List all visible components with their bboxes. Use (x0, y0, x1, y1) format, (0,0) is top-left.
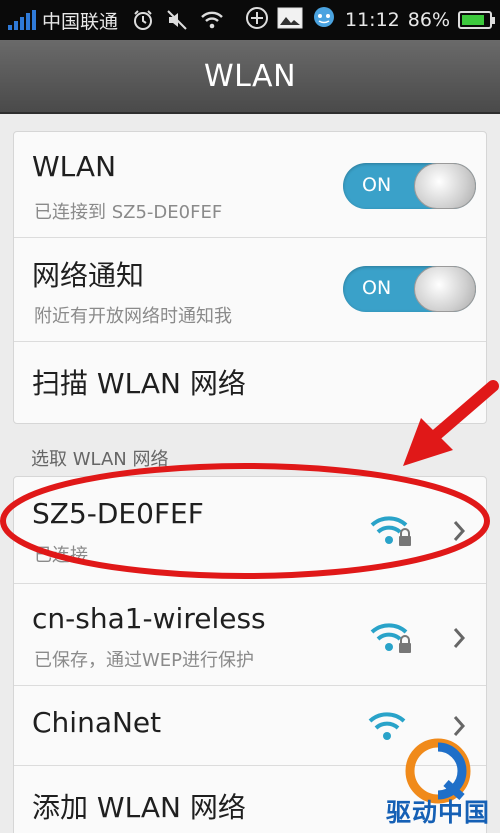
page-title: WLAN (203, 58, 297, 94)
toggle-knob (414, 163, 476, 209)
network-notify-row[interactable]: 网络通知 附近有开放网络时通知我 ON (14, 238, 486, 342)
wlan-toggle-label: ON (362, 174, 392, 196)
wlan-subtitle: 已连接到 SZ5-DE0FEF (34, 202, 223, 223)
time: 11:12 (345, 9, 400, 31)
battery-icon (458, 11, 495, 29)
network-name: ChinaNet (32, 706, 162, 739)
alarm-icon (132, 9, 154, 31)
network-status: 已保存，通过WEP进行保护 (34, 650, 255, 671)
network-notify-toggle[interactable]: ON (343, 266, 476, 312)
watermark-logo: 驱动中国 (386, 733, 500, 833)
add-network-title: 添加 WLAN 网络 (32, 791, 246, 824)
wlan-title: WLAN (32, 150, 117, 183)
mute-icon (166, 9, 188, 31)
wifi-icon (200, 10, 224, 30)
network-name: cn-sha1-wireless (32, 602, 266, 635)
network-row[interactable]: SZ5-DE0FEF 已连接 (14, 477, 486, 584)
network-row[interactable]: cn-sha1-wireless 已保存，通过WEP进行保护 (14, 584, 486, 686)
watermark-text: 驱动中国 (386, 798, 491, 827)
network-notify-subtitle: 附近有开放网络时通知我 (34, 306, 232, 327)
toggle-knob (414, 266, 476, 312)
chevron-right-icon (453, 521, 466, 541)
wifi-lock-icon (370, 623, 411, 653)
settings-card: WLAN 已连接到 SZ5-DE0FEF ON 网络通知 附近有开放网络时通知我… (13, 131, 487, 424)
chat-icon (311, 6, 337, 35)
network-notify-toggle-label: ON (362, 277, 392, 299)
add-circle-icon (245, 6, 269, 35)
wlan-row[interactable]: WLAN 已连接到 SZ5-DE0FEF ON (14, 132, 486, 238)
status-bar: 中国联通 11:12 86% (0, 0, 500, 40)
scan-title: 扫描 WLAN 网络 (32, 367, 246, 400)
network-notify-title: 网络通知 (32, 259, 145, 292)
signal-icon (8, 10, 36, 30)
scan-row[interactable]: 扫描 WLAN 网络 (14, 342, 486, 423)
carrier-name: 中国联通 (42, 10, 119, 33)
chevron-right-icon (453, 628, 466, 648)
battery-percent: 86% (407, 9, 450, 31)
wlan-toggle[interactable]: ON (343, 163, 476, 209)
app-header: WLAN (0, 40, 500, 114)
wifi-lock-icon (370, 516, 411, 546)
network-name: SZ5-DE0FEF (32, 497, 204, 530)
section-label: 选取 WLAN 网络 (31, 449, 169, 470)
image-icon (277, 7, 303, 34)
network-status: 已连接 (34, 545, 88, 566)
